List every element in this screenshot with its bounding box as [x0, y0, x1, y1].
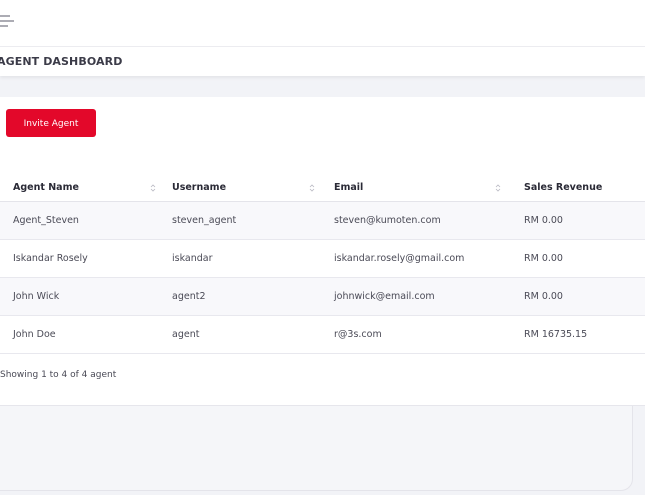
- email-cell: iskandar.rosely@gmail.com: [318, 239, 505, 278]
- page-header: AGENT DASHBOARD: [0, 47, 645, 76]
- agents-table: Agent Name Username Email Sales Revenue …: [0, 173, 645, 354]
- revenue-cell: RM 16735.15: [505, 315, 645, 354]
- username-cell: agent2: [159, 277, 318, 316]
- column-header-sales-revenue[interactable]: Sales Revenue: [505, 173, 645, 202]
- table-row[interactable]: John Doe agent r@3s.com RM 16735.15: [0, 315, 645, 354]
- column-header-email[interactable]: Email: [318, 173, 505, 202]
- agents-card: Invite Agent Agent Name Username Email S…: [0, 97, 645, 406]
- table-row[interactable]: Agent_Steven steven_agent steven@kumoten…: [0, 201, 645, 240]
- agent-name-cell: Iskandar Rosely: [0, 239, 159, 278]
- agent-name-cell: Agent_Steven: [0, 201, 159, 240]
- email-cell: johnwick@email.com: [318, 277, 505, 316]
- username-cell: iskandar: [159, 239, 318, 278]
- sort-icon[interactable]: [494, 183, 502, 193]
- username-cell: agent: [159, 315, 318, 354]
- page-title: AGENT DASHBOARD: [0, 55, 123, 68]
- column-label: Agent Name: [13, 181, 79, 193]
- agent-name-cell: John Wick: [0, 277, 159, 316]
- email-cell: r@3s.com: [318, 315, 505, 354]
- revenue-cell: RM 0.00: [505, 239, 645, 278]
- email-cell: steven@kumoten.com: [318, 201, 505, 240]
- footer-area: [0, 406, 633, 491]
- top-bar: [0, 0, 645, 47]
- table-header-row: Agent Name Username Email Sales Revenue: [0, 173, 645, 202]
- sort-icon[interactable]: [308, 183, 316, 193]
- column-header-username[interactable]: Username: [159, 173, 318, 202]
- table-info-text: Showing 1 to 4 of 4 agent: [0, 370, 117, 380]
- column-label: Username: [172, 181, 227, 193]
- sort-icon[interactable]: [149, 183, 157, 193]
- agent-name-cell: John Doe: [0, 315, 159, 354]
- column-label: Email: [334, 181, 364, 193]
- revenue-cell: RM 0.00: [505, 277, 645, 316]
- revenue-cell: RM 0.00: [505, 201, 645, 240]
- hamburger-menu-icon[interactable]: [0, 12, 16, 30]
- table-row[interactable]: John Wick agent2 johnwick@email.com RM 0…: [0, 277, 645, 316]
- column-label: Sales Revenue: [524, 181, 603, 193]
- invite-agent-button[interactable]: Invite Agent: [6, 109, 96, 137]
- table-row[interactable]: Iskandar Rosely iskandar iskandar.rosely…: [0, 239, 645, 278]
- column-header-agent-name[interactable]: Agent Name: [0, 173, 159, 202]
- username-cell: steven_agent: [159, 201, 318, 240]
